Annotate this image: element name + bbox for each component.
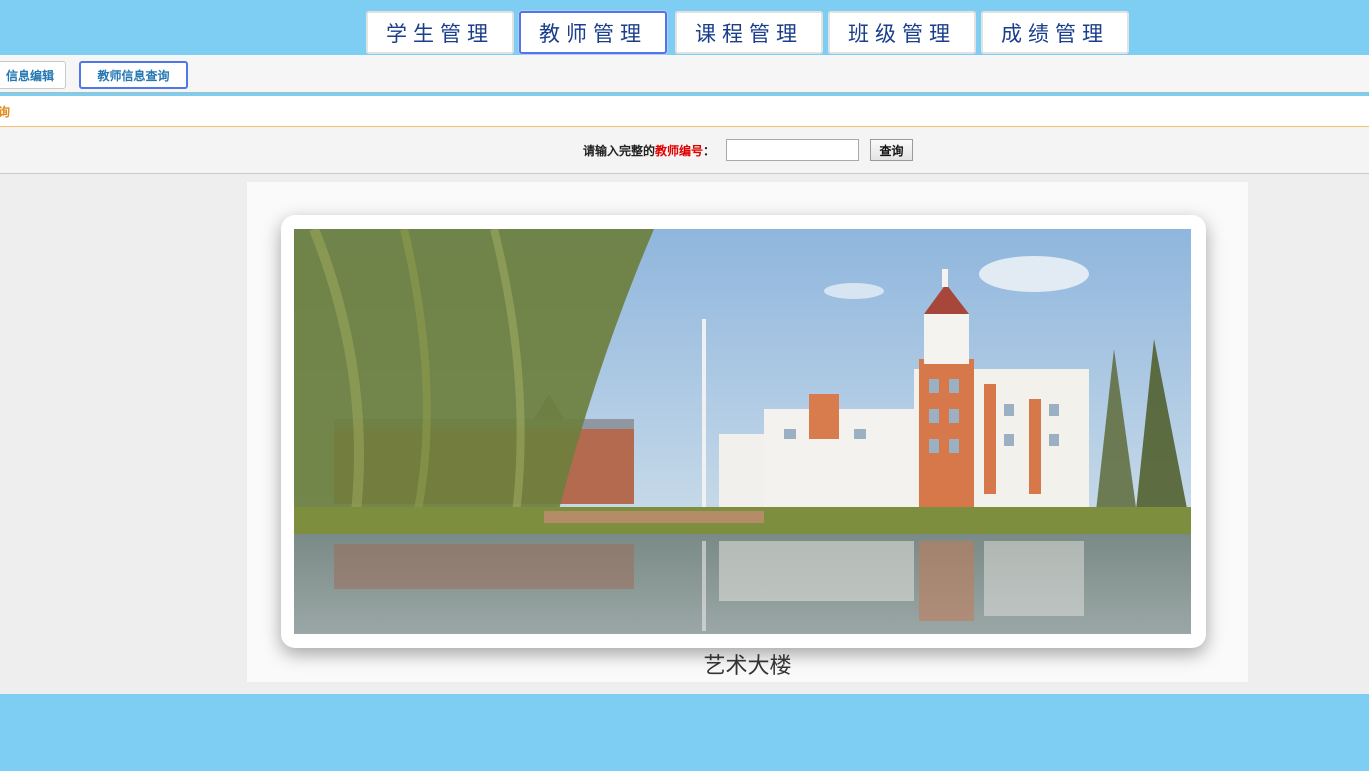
tab-teacher-info-query[interactable]: 教师信息查询 <box>79 61 188 89</box>
nav-teacher-management[interactable]: 教师管理 <box>519 11 667 54</box>
content-area: 艺术大楼 <box>0 174 1369 694</box>
query-button[interactable]: 查询 <box>870 139 913 161</box>
query-form: 请输入完整的教师编号： 查询 <box>0 127 1369 174</box>
sub-tab-bar: 信息编辑 教师信息查询 <box>0 55 1369 94</box>
tab-info-edit[interactable]: 信息编辑 <box>0 61 66 89</box>
nav-course-management[interactable]: 课程管理 <box>675 11 823 54</box>
top-navigation: 学生管理 教师管理 课程管理 班级管理 成绩管理 <box>0 0 1369 55</box>
photo-frame <box>281 215 1206 648</box>
query-label-suffix: ： <box>703 144 716 158</box>
breadcrumb: 询 <box>0 105 11 119</box>
query-label-highlight: 教师编号 <box>655 144 704 158</box>
query-label: 请输入完整的教师编号： <box>583 142 715 159</box>
photo-caption: 艺术大楼 <box>703 654 792 679</box>
teacher-id-input[interactable] <box>726 139 859 161</box>
query-label-prefix: 请输入完整的 <box>583 144 656 158</box>
campus-building-photo <box>294 229 1191 634</box>
photo-card: 艺术大楼 <box>247 182 1248 682</box>
nav-grade-management[interactable]: 成绩管理 <box>981 11 1129 54</box>
nav-class-management[interactable]: 班级管理 <box>828 11 976 54</box>
nav-student-management[interactable]: 学生管理 <box>366 11 514 54</box>
footer-band <box>0 694 1369 771</box>
breadcrumb-row: 询 <box>0 96 1369 127</box>
